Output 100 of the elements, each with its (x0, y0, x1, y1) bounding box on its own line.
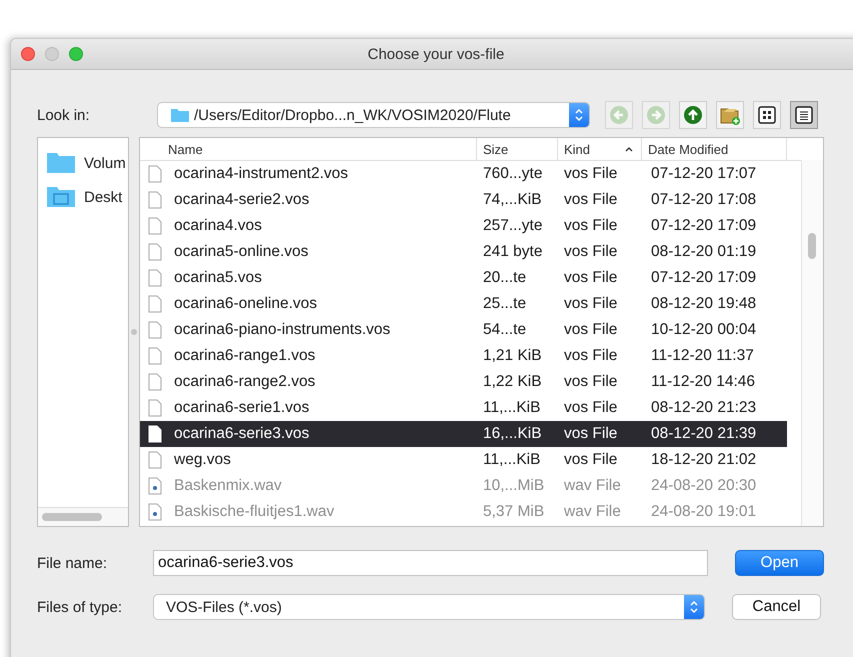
file-date: 08-12-20 19:48 (650, 295, 758, 313)
file-row[interactable]: ocarina6-serie1.vos 11,...KiB vos File 08-12-20 21:23 (140, 395, 787, 421)
file-name: weg.vos (174, 451, 231, 469)
file-icon (148, 269, 162, 287)
file-name-label: File name: (37, 554, 108, 572)
file-kind: vos File (563, 321, 618, 339)
audio-file-icon (148, 477, 162, 495)
folder-icon (170, 107, 190, 123)
file-row[interactable]: weg.vos 11,...KiB vos File 18-12-20 21:02 (140, 447, 787, 473)
file-size: 5,37 MiB (482, 503, 546, 521)
scrollbar-thumb[interactable] (42, 513, 102, 521)
file-date: 24-08-20 20:30 (650, 477, 758, 495)
look-in-label: Look in: (37, 106, 91, 124)
file-name: ocarina6-serie3.vos (174, 425, 310, 443)
file-row[interactable]: ocarina4-instrument2.vos 760...yte vos File 07-12-20 17:07 (140, 161, 787, 187)
file-row[interactable]: ocarina5.vos 20...te vos File 07-12-20 17:09 (140, 265, 787, 291)
file-row[interactable]: ocarina4-serie2.vos 74,...KiB vos File 07-12-20 17:08 (140, 187, 787, 213)
file-row[interactable]: ocarina4.vos 257...yte vos File 07-12-20 17:09 (140, 213, 787, 239)
file-name: ocarina4-serie2.vos (174, 191, 310, 209)
file-size: 25...te (482, 295, 528, 313)
new-folder-button[interactable] (716, 101, 744, 129)
column-header[interactable]: Name (140, 138, 477, 160)
file-name: ocarina6-range2.vos (174, 373, 316, 391)
file-date: 07-12-20 17:08 (650, 191, 758, 209)
file-kind: vos File (563, 425, 618, 443)
file-name: ocarina6-range1.vos (174, 347, 316, 365)
file-kind: vos File (563, 269, 618, 287)
icon-view-button[interactable] (753, 101, 781, 129)
file-date: 08-12-20 21:23 (650, 399, 758, 417)
file-size: 10,...MiB (482, 477, 546, 495)
file-size: 760...yte (482, 165, 544, 183)
file-size: 11,...KiB (482, 399, 542, 417)
up-button[interactable] (679, 101, 707, 129)
file-kind: wav File (563, 477, 622, 495)
file-type-label: Files of type: (37, 598, 124, 616)
zoom-button[interactable] (69, 47, 83, 61)
file-row[interactable]: ocarina6-range1.vos 1,21 KiB vos File 11-12-20 11:37 (140, 343, 787, 369)
file-row[interactable]: ocarina6-piano-instruments.vos 54...te vos File 10-12-20 00:04 (140, 317, 787, 343)
file-row[interactable]: ocarina6-oneline.vos 25...te vos File 08-12-20 19:48 (140, 291, 787, 317)
file-icon (148, 217, 162, 235)
file-name: ocarina4.vos (174, 217, 262, 235)
file-kind: vos File (563, 217, 618, 235)
file-icon (148, 295, 162, 313)
window-title: Choose your vos-file (368, 46, 504, 62)
desktop-folder-icon (46, 185, 76, 209)
file-date: 24-08-20 19:01 (650, 503, 758, 521)
stepper-icon (684, 595, 704, 619)
sidebar-item[interactable]: Deskt (84, 188, 122, 206)
look-in-dropdown[interactable]: /Users/Editor/Dropbo...n_WK/VOSIM2020/Flute (157, 102, 590, 128)
minimize-button[interactable] (45, 47, 59, 61)
open-button[interactable]: Open (735, 550, 824, 576)
file-name: ocarina5.vos (174, 269, 262, 287)
file-kind: vos File (563, 451, 618, 469)
file-name: ocarina6-serie1.vos (174, 399, 310, 417)
file-icon (148, 321, 162, 339)
column-header[interactable]: Size (477, 138, 558, 160)
column-header[interactable]: Date Modified (642, 138, 787, 160)
file-size: 54...te (482, 321, 528, 339)
file-icon (148, 243, 162, 261)
file-icon (148, 165, 162, 183)
file-row[interactable]: ocarina6-serie3.vos 16,...KiB vos File 08-12-20 21:39 (140, 421, 787, 447)
scrollbar-thumb[interactable] (808, 233, 816, 259)
sidebar-item[interactable]: Volum (84, 154, 126, 172)
cancel-button[interactable]: Cancel (732, 594, 821, 620)
file-date: 07-12-20 17:09 (650, 217, 758, 235)
file-kind: vos File (563, 295, 618, 313)
file-kind: wav File (563, 503, 622, 521)
file-date: 07-12-20 17:07 (650, 165, 758, 183)
detail-view-button[interactable] (790, 101, 818, 129)
file-kind: vos File (563, 243, 618, 261)
file-type-dropdown[interactable]: VOS-Files (*.vos) (153, 594, 705, 620)
file-date: 10-12-20 00:04 (650, 321, 758, 339)
file-icon (148, 191, 162, 209)
file-kind: vos File (563, 165, 618, 183)
file-date: 11-12-20 14:46 (650, 373, 756, 391)
audio-file-icon (148, 503, 162, 521)
file-size: 241 byte (482, 243, 544, 261)
file-name-field[interactable]: ocarina6-serie3.vos (153, 550, 708, 576)
file-size: 1,21 KiB (482, 347, 543, 365)
folder-icon (46, 151, 76, 175)
file-name: Baskenmix.wav (174, 477, 282, 495)
file-name: ocarina6-oneline.vos (174, 295, 318, 313)
file-date: 08-12-20 21:39 (650, 425, 758, 443)
file-icon (148, 451, 162, 469)
close-button[interactable] (21, 47, 35, 61)
file-size: 16,...KiB (482, 425, 543, 443)
file-size: 257...yte (482, 217, 544, 235)
file-icon (148, 373, 162, 391)
file-row[interactable]: ocarina6-range2.vos 1,22 KiB vos File 11-12-20 14:46 (140, 369, 787, 395)
file-kind: vos File (563, 347, 618, 365)
file-date: 08-12-20 01:19 (650, 243, 758, 261)
file-icon (148, 425, 162, 443)
file-row[interactable]: ocarina5-online.vos 241 byte vos File 08-12-20 01:19 (140, 239, 787, 265)
splitter-handle[interactable] (131, 329, 137, 335)
column-header[interactable]: Kind (558, 138, 642, 160)
file-name: Baskische-fluitjes1.wav (174, 503, 334, 521)
file-name: ocarina5-online.vos (174, 243, 308, 261)
file-size: 74,...KiB (482, 191, 543, 209)
file-date: 07-12-20 17:09 (650, 269, 758, 287)
file-kind: vos File (563, 399, 618, 417)
